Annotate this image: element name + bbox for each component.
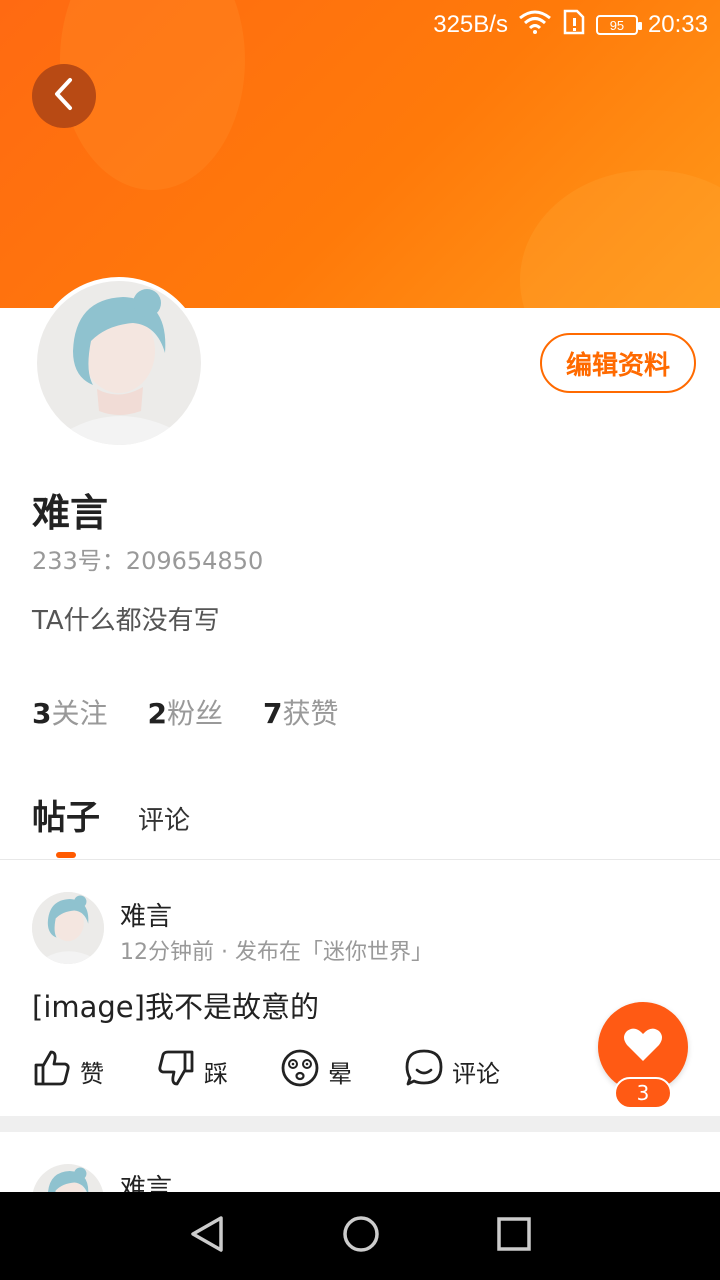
like-label: 赞 [80, 1059, 104, 1088]
like-button[interactable]: 赞 [32, 1048, 104, 1094]
tab-comments[interactable]: 评论 [138, 800, 190, 837]
dizzy-button[interactable]: 晕 [280, 1048, 352, 1094]
comment-bubble-icon [404, 1048, 444, 1094]
dizzy-label: 晕 [328, 1059, 352, 1088]
dislike-label: 踩 [204, 1059, 228, 1088]
stat-label: 粉丝 [166, 697, 223, 730]
comment-label: 评论 [452, 1059, 500, 1088]
tab-posts[interactable]: 帖子 [32, 790, 100, 858]
nav-back-button[interactable] [189, 1215, 225, 1257]
battery-icon: 95 [595, 15, 642, 35]
stat-number: 3 [32, 697, 52, 730]
comment-button[interactable]: 评论 [404, 1048, 500, 1094]
stat-following[interactable]: 3关注 [32, 692, 108, 732]
post-content[interactable]: [image]我不是故意的 [32, 984, 319, 1026]
stat-label: 关注 [51, 697, 108, 730]
profile-name: 难言 [32, 491, 109, 535]
dislike-button[interactable]: 踩 [156, 1048, 228, 1094]
post-author-name[interactable]: 难言 [120, 1168, 172, 1192]
status-bar: 325B/s 95 20:33 [433, 0, 708, 50]
post-author-avatar[interactable] [32, 892, 104, 964]
profile-avatar[interactable] [33, 277, 205, 449]
post-separator [0, 1116, 720, 1132]
nav-home-button[interactable] [342, 1215, 380, 1257]
stat-number: 2 [147, 697, 167, 730]
post-card[interactable]: 难言 [0, 1132, 720, 1192]
wifi-icon [518, 10, 552, 41]
tab-label: 帖子 [32, 798, 100, 838]
back-button[interactable] [32, 64, 96, 128]
nav-recents-button[interactable] [497, 1217, 532, 1255]
thumbs-up-icon [32, 1048, 72, 1094]
chevron-left-icon [52, 77, 76, 115]
clock: 20:33 [647, 11, 708, 38]
edit-profile-button[interactable]: 编辑资料 [540, 333, 696, 393]
sim-alert-icon [562, 9, 586, 42]
profile-stats: 3关注 2粉丝 7获赞 [32, 692, 339, 732]
tab-indicator [56, 852, 76, 858]
profile-uid: 233号：209654850 [32, 547, 264, 575]
stat-label: 获赞 [282, 697, 339, 730]
stat-followers[interactable]: 2粉丝 [148, 692, 224, 732]
profile-bio: TA什么都没有写 [32, 606, 220, 636]
post-actions: 赞 踩 晕 评论 [32, 1048, 552, 1094]
dizzy-face-icon [280, 1048, 320, 1094]
post-author-name[interactable]: 难言 [120, 896, 172, 933]
like-count-badge: 3 [614, 1077, 672, 1109]
content-tabs: 帖子 评论 [32, 790, 190, 858]
profile-header-banner: 325B/s 95 20:33 [0, 0, 720, 308]
post-meta: 12分钟前 · 发布在「迷你世界」 [120, 940, 433, 965]
system-nav-bar [0, 1192, 720, 1280]
stat-likes-received: 7获赞 [263, 692, 339, 732]
banner-decoration [520, 170, 720, 308]
network-speed: 325B/s [433, 11, 508, 38]
post-author-avatar[interactable] [32, 1164, 104, 1192]
thumbs-down-icon [156, 1048, 196, 1094]
heart-icon [623, 1027, 663, 1067]
stat-number: 7 [263, 697, 283, 730]
